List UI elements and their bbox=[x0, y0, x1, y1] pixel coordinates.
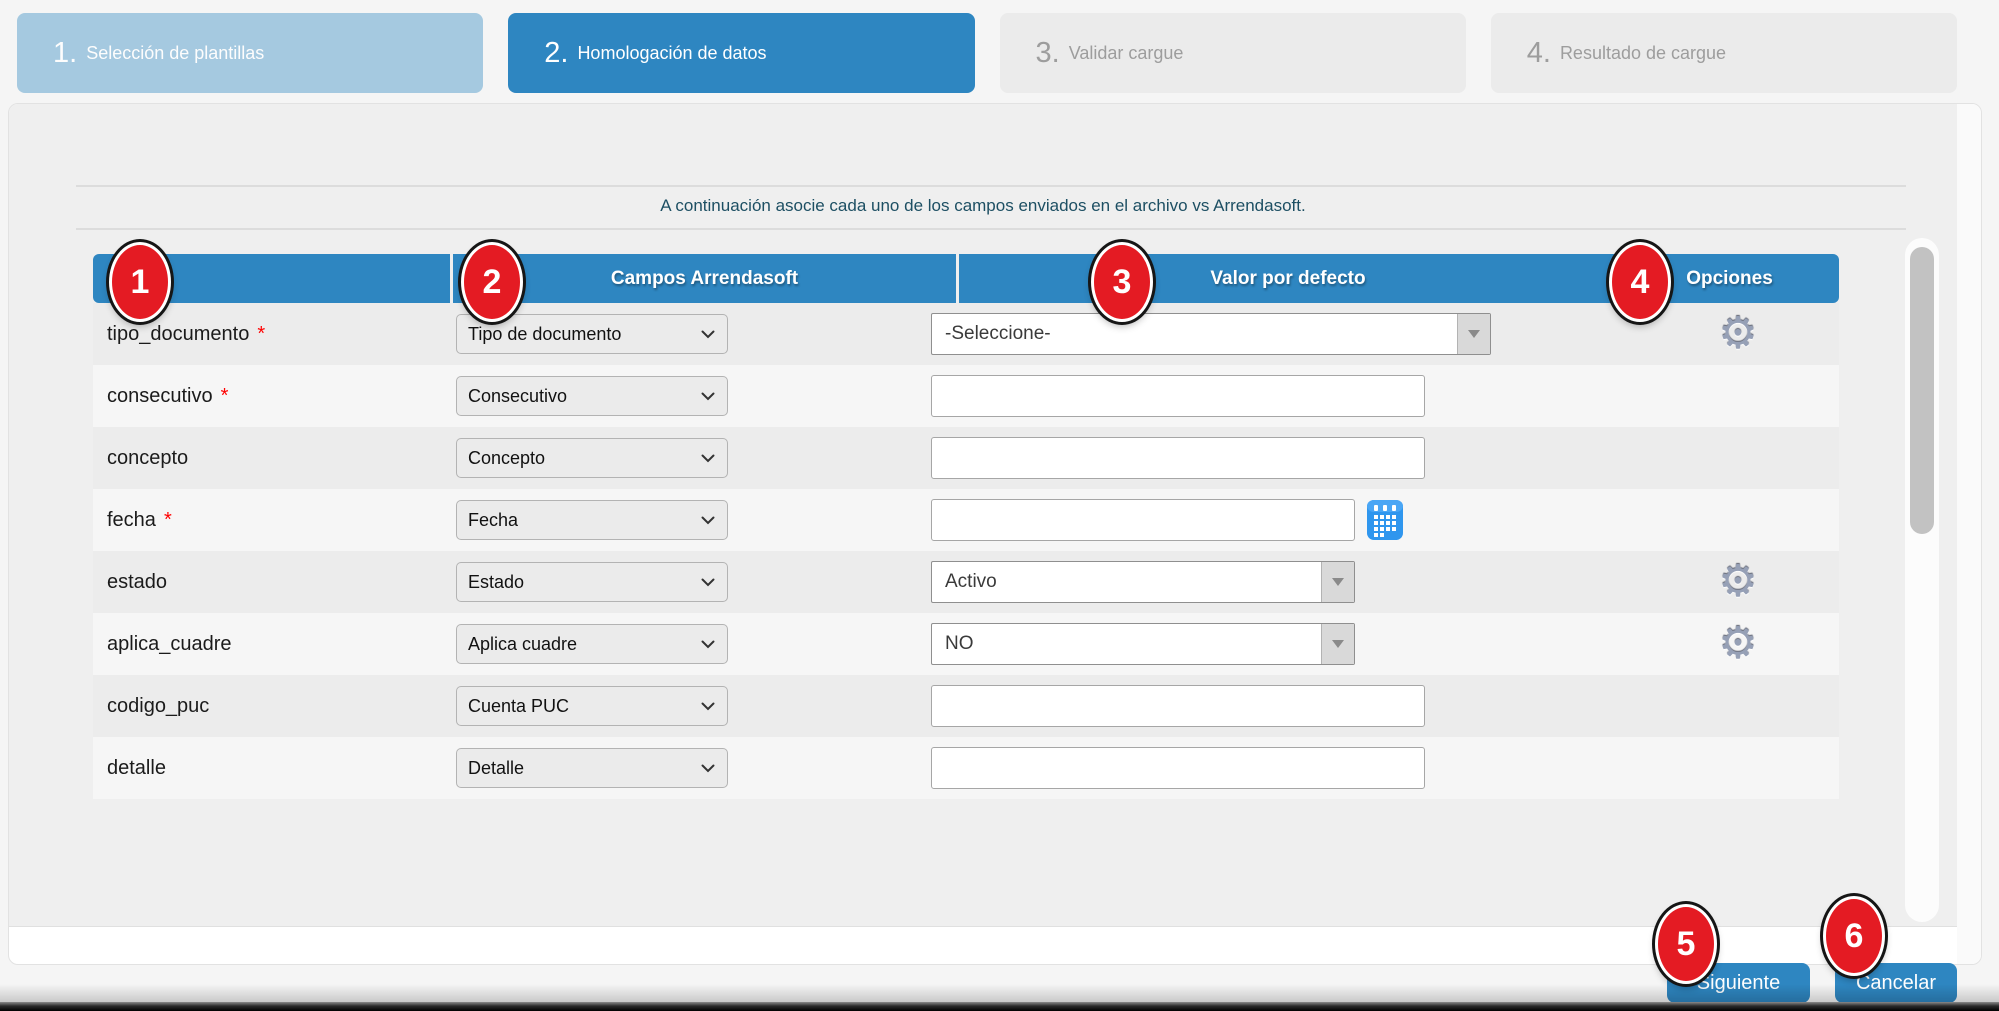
divider bbox=[76, 228, 1906, 230]
chevron-down-icon bbox=[701, 454, 715, 463]
chevron-down-icon bbox=[701, 702, 715, 711]
mapping-card: A continuación asocie cada uno de los ca… bbox=[8, 103, 1982, 965]
chevron-down-icon bbox=[701, 640, 715, 649]
table-row: concepto Concepto bbox=[93, 427, 1839, 489]
table-row: estado Estado Activo ⚙ bbox=[93, 551, 1839, 613]
file-field-label: consecutivo bbox=[107, 385, 213, 408]
chevron-down-icon bbox=[701, 392, 715, 401]
table-row: codigo_puc Cuenta PUC bbox=[93, 675, 1839, 737]
default-value-select[interactable]: NO bbox=[931, 623, 1355, 665]
annotation-circle-4: 4 bbox=[1609, 242, 1671, 322]
step-number: 3. bbox=[1036, 37, 1060, 70]
table-row: detalle Detalle bbox=[93, 737, 1839, 799]
table-row: aplica_cuadre Aplica cuadre NO ⚙ bbox=[93, 613, 1839, 675]
column-header-valor-por-defecto: Valor por defecto bbox=[959, 254, 1617, 303]
step-number: 2. bbox=[544, 37, 568, 70]
table-header: Campos Arrendasoft Valor por defecto Opc… bbox=[93, 254, 1839, 303]
wizard-steps: 1. Selección de plantillas 2. Homologaci… bbox=[17, 13, 1957, 93]
selected-mapping-value: Fecha bbox=[468, 510, 518, 531]
file-field-label: fecha bbox=[107, 509, 156, 532]
tab-resultado-de-cargue[interactable]: 4. Resultado de cargue bbox=[1491, 13, 1957, 93]
step-label: Selección de plantillas bbox=[86, 43, 264, 64]
row-options-button[interactable]: ⚙ bbox=[1713, 303, 1763, 365]
annotation-circle-1: 1 bbox=[109, 242, 171, 322]
selected-default-value: -Seleccione- bbox=[932, 323, 1051, 345]
campos-arrendasoft-select[interactable]: Cuenta PUC bbox=[456, 686, 728, 726]
selected-mapping-value: Estado bbox=[468, 572, 524, 593]
campos-arrendasoft-select[interactable]: Estado bbox=[456, 562, 728, 602]
table-row: consecutivo * Consecutivo bbox=[93, 365, 1839, 427]
selected-mapping-value: Aplica cuadre bbox=[468, 634, 577, 655]
bottom-shadow bbox=[0, 984, 1999, 1002]
default-value-input[interactable] bbox=[931, 685, 1425, 727]
file-field-label: codigo_puc bbox=[107, 695, 209, 718]
tab-seleccion-de-plantillas[interactable]: 1. Selección de plantillas bbox=[17, 13, 483, 93]
step-label: Resultado de cargue bbox=[1560, 43, 1726, 64]
dropdown-arrow-icon bbox=[1321, 562, 1354, 602]
tab-homologacion-de-datos[interactable]: 2. Homologación de datos bbox=[508, 13, 974, 93]
dropdown-arrow-icon bbox=[1321, 624, 1354, 664]
file-field-label: detalle bbox=[107, 757, 166, 780]
default-value-input[interactable] bbox=[931, 499, 1355, 541]
calendar-icon[interactable] bbox=[1365, 497, 1405, 543]
default-value-input[interactable] bbox=[931, 747, 1425, 789]
gear-icon: ⚙ bbox=[1718, 622, 1757, 666]
selected-default-value: NO bbox=[932, 633, 974, 655]
chevron-down-icon bbox=[701, 330, 715, 339]
step-label: Validar cargue bbox=[1069, 43, 1184, 64]
chevron-down-icon bbox=[701, 578, 715, 587]
campos-arrendasoft-select[interactable]: Fecha bbox=[456, 500, 728, 540]
required-asterisk: * bbox=[164, 509, 172, 532]
annotation-circle-6: 6 bbox=[1823, 896, 1885, 976]
default-value-input[interactable] bbox=[931, 375, 1425, 417]
chevron-down-icon bbox=[701, 516, 715, 525]
default-value-select[interactable]: Activo bbox=[931, 561, 1355, 603]
required-asterisk: * bbox=[257, 323, 265, 346]
upload-wizard-screen: 1. Selección de plantillas 2. Homologaci… bbox=[0, 0, 1999, 1011]
selected-mapping-value: Consecutivo bbox=[468, 386, 567, 407]
mapping-panel: A continuación asocie cada uno de los ca… bbox=[9, 104, 1957, 927]
table-rows: tipo_documento * Tipo de documento -Sele… bbox=[93, 303, 1839, 799]
gear-icon: ⚙ bbox=[1718, 312, 1757, 356]
divider bbox=[76, 185, 1906, 187]
scrollbar-track[interactable] bbox=[1905, 238, 1939, 922]
campos-arrendasoft-select[interactable]: Aplica cuadre bbox=[456, 624, 728, 664]
table-row: fecha * Fecha bbox=[93, 489, 1839, 551]
step-number: 1. bbox=[53, 37, 77, 70]
campos-arrendasoft-select[interactable]: Consecutivo bbox=[456, 376, 728, 416]
selected-default-value: Activo bbox=[932, 571, 997, 593]
dropdown-arrow-icon bbox=[1457, 314, 1490, 354]
scrollbar-thumb[interactable] bbox=[1910, 247, 1934, 534]
annotation-circle-2: 2 bbox=[461, 242, 523, 322]
selected-mapping-value: Concepto bbox=[468, 448, 545, 469]
selected-mapping-value: Tipo de documento bbox=[468, 324, 621, 345]
file-field-label: aplica_cuadre bbox=[107, 633, 232, 656]
gear-icon: ⚙ bbox=[1718, 560, 1757, 604]
campos-arrendasoft-select[interactable]: Concepto bbox=[456, 438, 728, 478]
page-scroll-gutter bbox=[1957, 104, 1982, 964]
default-value-select[interactable]: -Seleccione- bbox=[931, 313, 1491, 355]
window-bottom-edge bbox=[0, 1002, 1999, 1011]
campos-arrendasoft-select[interactable]: Detalle bbox=[456, 748, 728, 788]
step-number: 4. bbox=[1527, 37, 1551, 70]
default-value-input[interactable] bbox=[931, 437, 1425, 479]
instruction-text: A continuación asocie cada uno de los ca… bbox=[9, 196, 1957, 216]
required-asterisk: * bbox=[221, 385, 229, 408]
selected-mapping-value: Cuenta PUC bbox=[468, 696, 569, 717]
step-label: Homologación de datos bbox=[577, 43, 766, 64]
file-field-label: concepto bbox=[107, 447, 188, 470]
file-field-label: estado bbox=[107, 571, 167, 594]
tab-validar-cargue[interactable]: 3. Validar cargue bbox=[1000, 13, 1466, 93]
row-options-button[interactable]: ⚙ bbox=[1713, 613, 1763, 675]
file-field-label: tipo_documento bbox=[107, 323, 249, 346]
annotation-circle-5: 5 bbox=[1655, 904, 1717, 984]
column-header-campos-arrendasoft: Campos Arrendasoft bbox=[453, 254, 956, 303]
row-options-button[interactable]: ⚙ bbox=[1713, 551, 1763, 613]
annotation-circle-3: 3 bbox=[1091, 242, 1153, 322]
table-row: tipo_documento * Tipo de documento -Sele… bbox=[93, 303, 1839, 365]
chevron-down-icon bbox=[701, 764, 715, 773]
selected-mapping-value: Detalle bbox=[468, 758, 524, 779]
